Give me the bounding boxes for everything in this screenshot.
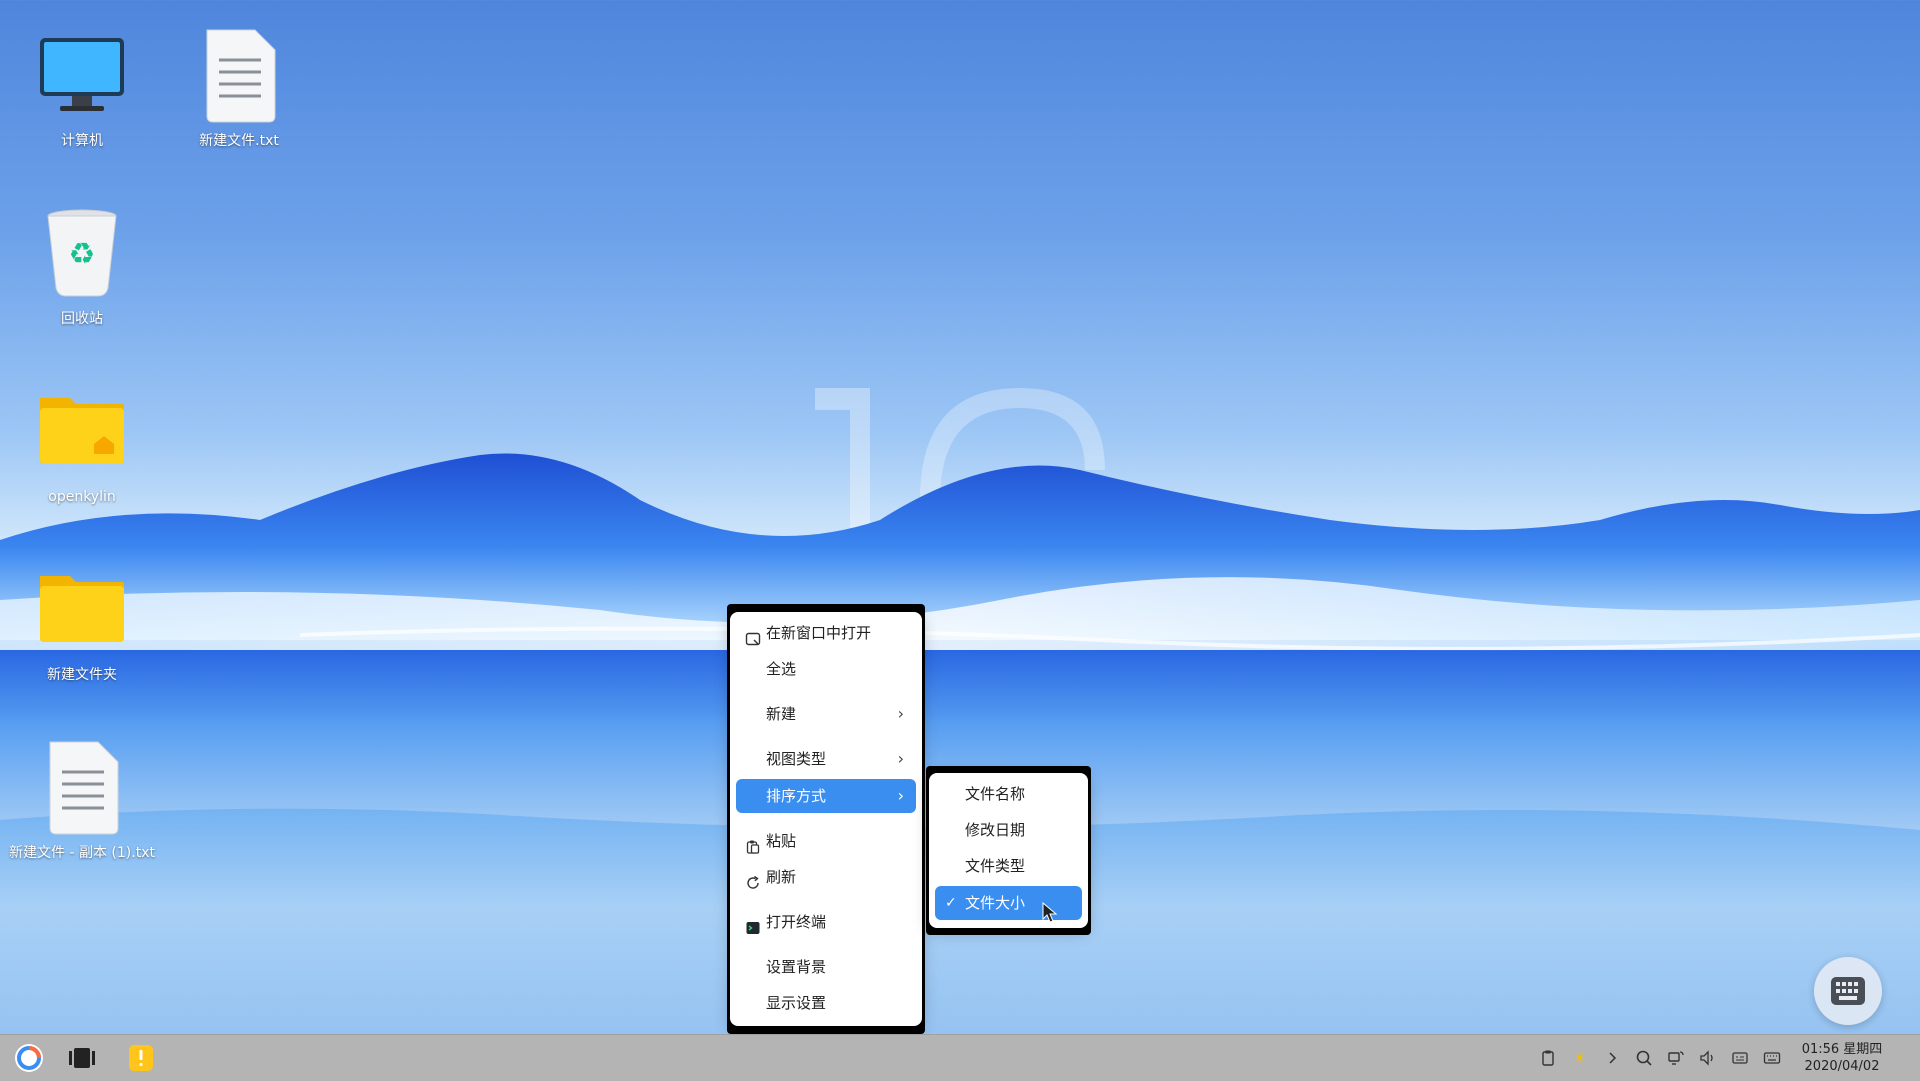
- input-method-icon[interactable]: [1730, 1048, 1750, 1068]
- keyboard-icon: [1830, 975, 1866, 1011]
- menu-item-label: 刷新: [766, 868, 797, 886]
- search-icon[interactable]: [1634, 1048, 1654, 1068]
- menu-item-label: 粘贴: [766, 832, 797, 850]
- desktop-icon-label: 新建文件 - 副本 (1).txt: [9, 845, 155, 861]
- desktop-icon-label: 新建文件.txt: [199, 133, 279, 149]
- menu-item-paste[interactable]: 粘贴: [736, 824, 916, 858]
- desktop-icon-label: 回收站: [61, 311, 103, 327]
- submenu-item-modified-date[interactable]: 修改日期: [935, 813, 1082, 847]
- desktop-icon-home-folder[interactable]: openkylin: [7, 384, 157, 507]
- chevron-right-icon: ›: [897, 749, 904, 768]
- home-folder-icon: [34, 384, 130, 480]
- menu-item-label: 文件大小: [965, 894, 1026, 912]
- menu-item-label: 显示设置: [766, 994, 827, 1012]
- menu-item-label: 全选: [766, 660, 797, 678]
- menu-item-select-all[interactable]: 全选: [736, 652, 916, 686]
- clock-date: 2020/04/02: [1804, 1059, 1880, 1074]
- chevron-right-icon: ›: [897, 786, 904, 805]
- menu-item-label: 视图类型: [766, 750, 827, 768]
- desktop-icon-label: 计算机: [61, 133, 103, 149]
- menu-item-label: 排序方式: [766, 787, 827, 805]
- menu-item-label: 文件类型: [965, 857, 1026, 875]
- desktop-icon-computer[interactable]: 计算机: [7, 28, 157, 151]
- open-window-icon: [745, 625, 761, 646]
- start-menu-button[interactable]: [11, 1040, 47, 1076]
- submenu-item-file-name[interactable]: 文件名称: [935, 777, 1082, 811]
- text-file-icon: [191, 28, 287, 124]
- network-icon[interactable]: [1666, 1048, 1686, 1068]
- menu-item-open-terminal[interactable]: 打开终端: [736, 905, 916, 939]
- virtual-keyboard-button[interactable]: [1814, 957, 1882, 1025]
- menu-item-sort-by[interactable]: 排序方式 ›: [736, 779, 916, 813]
- sort-submenu: 文件名称 修改日期 文件类型 ✓ 文件大小: [929, 773, 1088, 928]
- desktop-icon-text-file-copy[interactable]: 新建文件 - 副本 (1).txt: [7, 740, 157, 863]
- computer-icon: [34, 28, 130, 124]
- menu-item-label: 文件名称: [965, 785, 1026, 803]
- menu-item-set-background[interactable]: 设置背景: [736, 950, 916, 984]
- clock[interactable]: 01:56 星期四 2020/04/02: [1792, 1041, 1892, 1075]
- menu-item-label: 设置背景: [766, 958, 827, 976]
- keyboard-icon[interactable]: [1762, 1048, 1782, 1068]
- submenu-item-file-size[interactable]: ✓ 文件大小: [935, 886, 1082, 920]
- paste-icon: [745, 833, 761, 854]
- taskbar: ☀ 01:56 星期四 2020/04/02: [0, 1034, 1920, 1081]
- volume-icon[interactable]: [1698, 1048, 1718, 1068]
- folder-icon: [34, 562, 130, 658]
- brightness-icon[interactable]: ☀: [1570, 1048, 1590, 1068]
- chevron-right-icon: ›: [897, 704, 904, 723]
- menu-item-label: 新建: [766, 705, 797, 723]
- menu-item-label: 在新窗口中打开: [766, 624, 872, 642]
- text-file-icon: [34, 740, 130, 836]
- check-icon: ✓: [945, 895, 957, 911]
- menu-item-open-in-new-window[interactable]: 在新窗口中打开: [736, 616, 916, 650]
- chevron-right-icon[interactable]: [1602, 1048, 1622, 1068]
- menu-item-new[interactable]: 新建 ›: [736, 697, 916, 731]
- menu-item-view-type[interactable]: 视图类型 ›: [736, 742, 916, 776]
- menu-item-label: 打开终端: [766, 913, 827, 931]
- terminal-icon: [745, 914, 761, 934]
- trash-icon: ♻: [34, 206, 130, 302]
- context-menu: 在新窗口中打开 全选 新建 › 视图类型 › 排序方式 › 粘贴 刷新 打开终端…: [730, 612, 922, 1026]
- desktop-icon-label: openkylin: [48, 489, 116, 505]
- desktop-icon-folder[interactable]: 新建文件夹: [7, 562, 157, 685]
- menu-item-refresh[interactable]: 刷新: [736, 860, 916, 894]
- refresh-icon: [745, 869, 761, 889]
- menu-item-display-settings[interactable]: 显示设置: [736, 986, 916, 1020]
- desktop-icon-text-file[interactable]: 新建文件.txt: [164, 28, 314, 151]
- desktop-icon-label: 新建文件夹: [47, 667, 117, 683]
- menu-item-label: 修改日期: [965, 821, 1026, 839]
- desktop-icon-trash[interactable]: ♻ 回收站: [7, 206, 157, 329]
- mouse-cursor-icon: [1042, 901, 1058, 928]
- svg-text:♻: ♻: [69, 237, 96, 272]
- notification-app-button[interactable]: [123, 1040, 159, 1076]
- clipboard-icon[interactable]: [1538, 1048, 1558, 1068]
- multitask-view-button[interactable]: [64, 1040, 100, 1076]
- clock-time: 01:56 星期四: [1801, 1042, 1883, 1057]
- submenu-item-file-type[interactable]: 文件类型: [935, 849, 1082, 883]
